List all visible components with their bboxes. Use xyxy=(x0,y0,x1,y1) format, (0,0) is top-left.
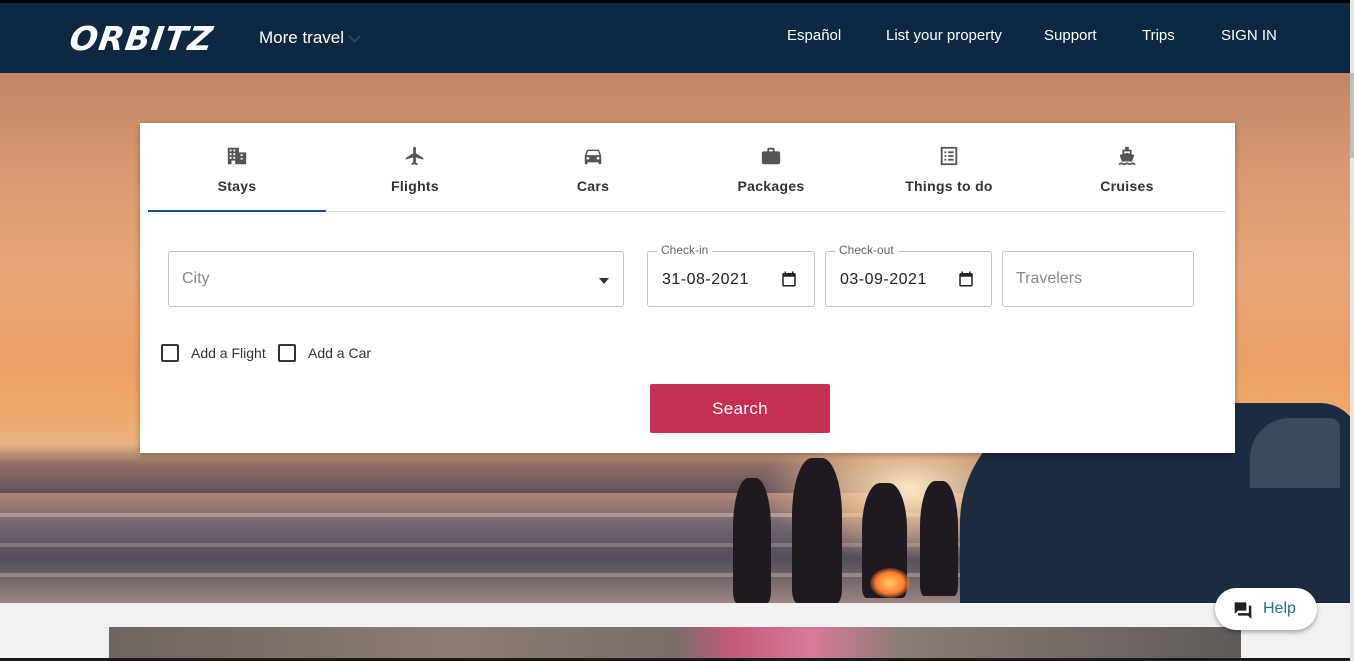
city-select[interactable]: City xyxy=(168,251,624,307)
tab-label: Packages xyxy=(737,178,805,194)
orbitz-logo[interactable]: ORBITZ xyxy=(67,19,216,58)
briefcase-icon xyxy=(761,147,781,165)
nav-espanol[interactable]: Español xyxy=(787,27,841,44)
campfire xyxy=(870,568,910,598)
travelers-input[interactable]: Travelers xyxy=(1002,251,1194,307)
person-silhouette xyxy=(792,458,842,603)
search-button[interactable]: Search xyxy=(650,384,830,433)
tab-stays[interactable]: Stays xyxy=(148,123,326,212)
tab-cars[interactable]: Cars xyxy=(504,123,682,212)
nav-sign-in[interactable]: SIGN IN xyxy=(1221,27,1277,44)
help-label: Help xyxy=(1263,600,1296,617)
tab-things-to-do[interactable]: Things to do xyxy=(860,123,1038,212)
add-car-label[interactable]: Add a Car xyxy=(308,345,371,361)
add-flight-checkbox[interactable] xyxy=(161,344,179,362)
tab-label: Cars xyxy=(576,178,610,194)
dropdown-caret-icon xyxy=(599,278,609,284)
building-icon xyxy=(227,147,247,165)
tab-packages[interactable]: Packages xyxy=(682,123,860,212)
search-card: Stays Flights Cars Packages Things to do… xyxy=(140,123,1235,453)
chevron-down-icon xyxy=(348,29,361,43)
help-button[interactable]: Help xyxy=(1215,588,1317,630)
nav-list-your-property[interactable]: List your property xyxy=(886,27,1002,44)
more-travel-label: More travel xyxy=(259,28,345,47)
scrollbar-thumb[interactable] xyxy=(1350,73,1354,158)
page-scrollbar[interactable] xyxy=(1350,0,1354,661)
nav-trips[interactable]: Trips xyxy=(1142,27,1175,44)
checkin-value: 31-08-2021 xyxy=(662,271,749,288)
tab-label: Stays xyxy=(217,178,257,194)
add-car-checkbox[interactable] xyxy=(278,344,296,362)
more-travel-menu[interactable]: More travel xyxy=(259,28,361,48)
checkin-date-input[interactable]: Check-in 31-08-2021 xyxy=(647,243,815,307)
tab-label: Cruises xyxy=(1100,178,1154,194)
search-tabs: Stays Flights Cars Packages Things to do… xyxy=(148,123,1226,212)
nav-support[interactable]: Support xyxy=(1044,27,1097,44)
city-placeholder: City xyxy=(182,270,210,287)
checkout-label: Check-out xyxy=(835,243,898,257)
promo-image xyxy=(109,627,1241,661)
airplane-icon xyxy=(405,146,424,166)
tab-cruises[interactable]: Cruises xyxy=(1038,123,1216,212)
car-icon xyxy=(584,149,602,165)
calendar-icon[interactable] xyxy=(957,270,975,288)
person-silhouette xyxy=(920,481,958,596)
list-icon xyxy=(940,146,958,166)
truck-window xyxy=(1250,418,1340,488)
tab-label: Things to do xyxy=(905,178,993,194)
tab-label: Flights xyxy=(391,178,439,194)
travelers-placeholder: Travelers xyxy=(1016,270,1083,287)
chat-icon xyxy=(1234,602,1252,619)
calendar-icon[interactable] xyxy=(780,270,798,288)
top-navigation-bar: ORBITZ More travel Español List your pro… xyxy=(0,0,1350,73)
checkout-date-input[interactable]: Check-out 03-09-2021 xyxy=(825,243,992,307)
ship-icon xyxy=(1118,146,1136,166)
person-silhouette xyxy=(733,478,771,603)
checkin-label: Check-in xyxy=(657,243,713,257)
checkout-value: 03-09-2021 xyxy=(840,271,927,288)
add-flight-label[interactable]: Add a Flight xyxy=(191,345,266,361)
tab-flights[interactable]: Flights xyxy=(326,123,504,212)
